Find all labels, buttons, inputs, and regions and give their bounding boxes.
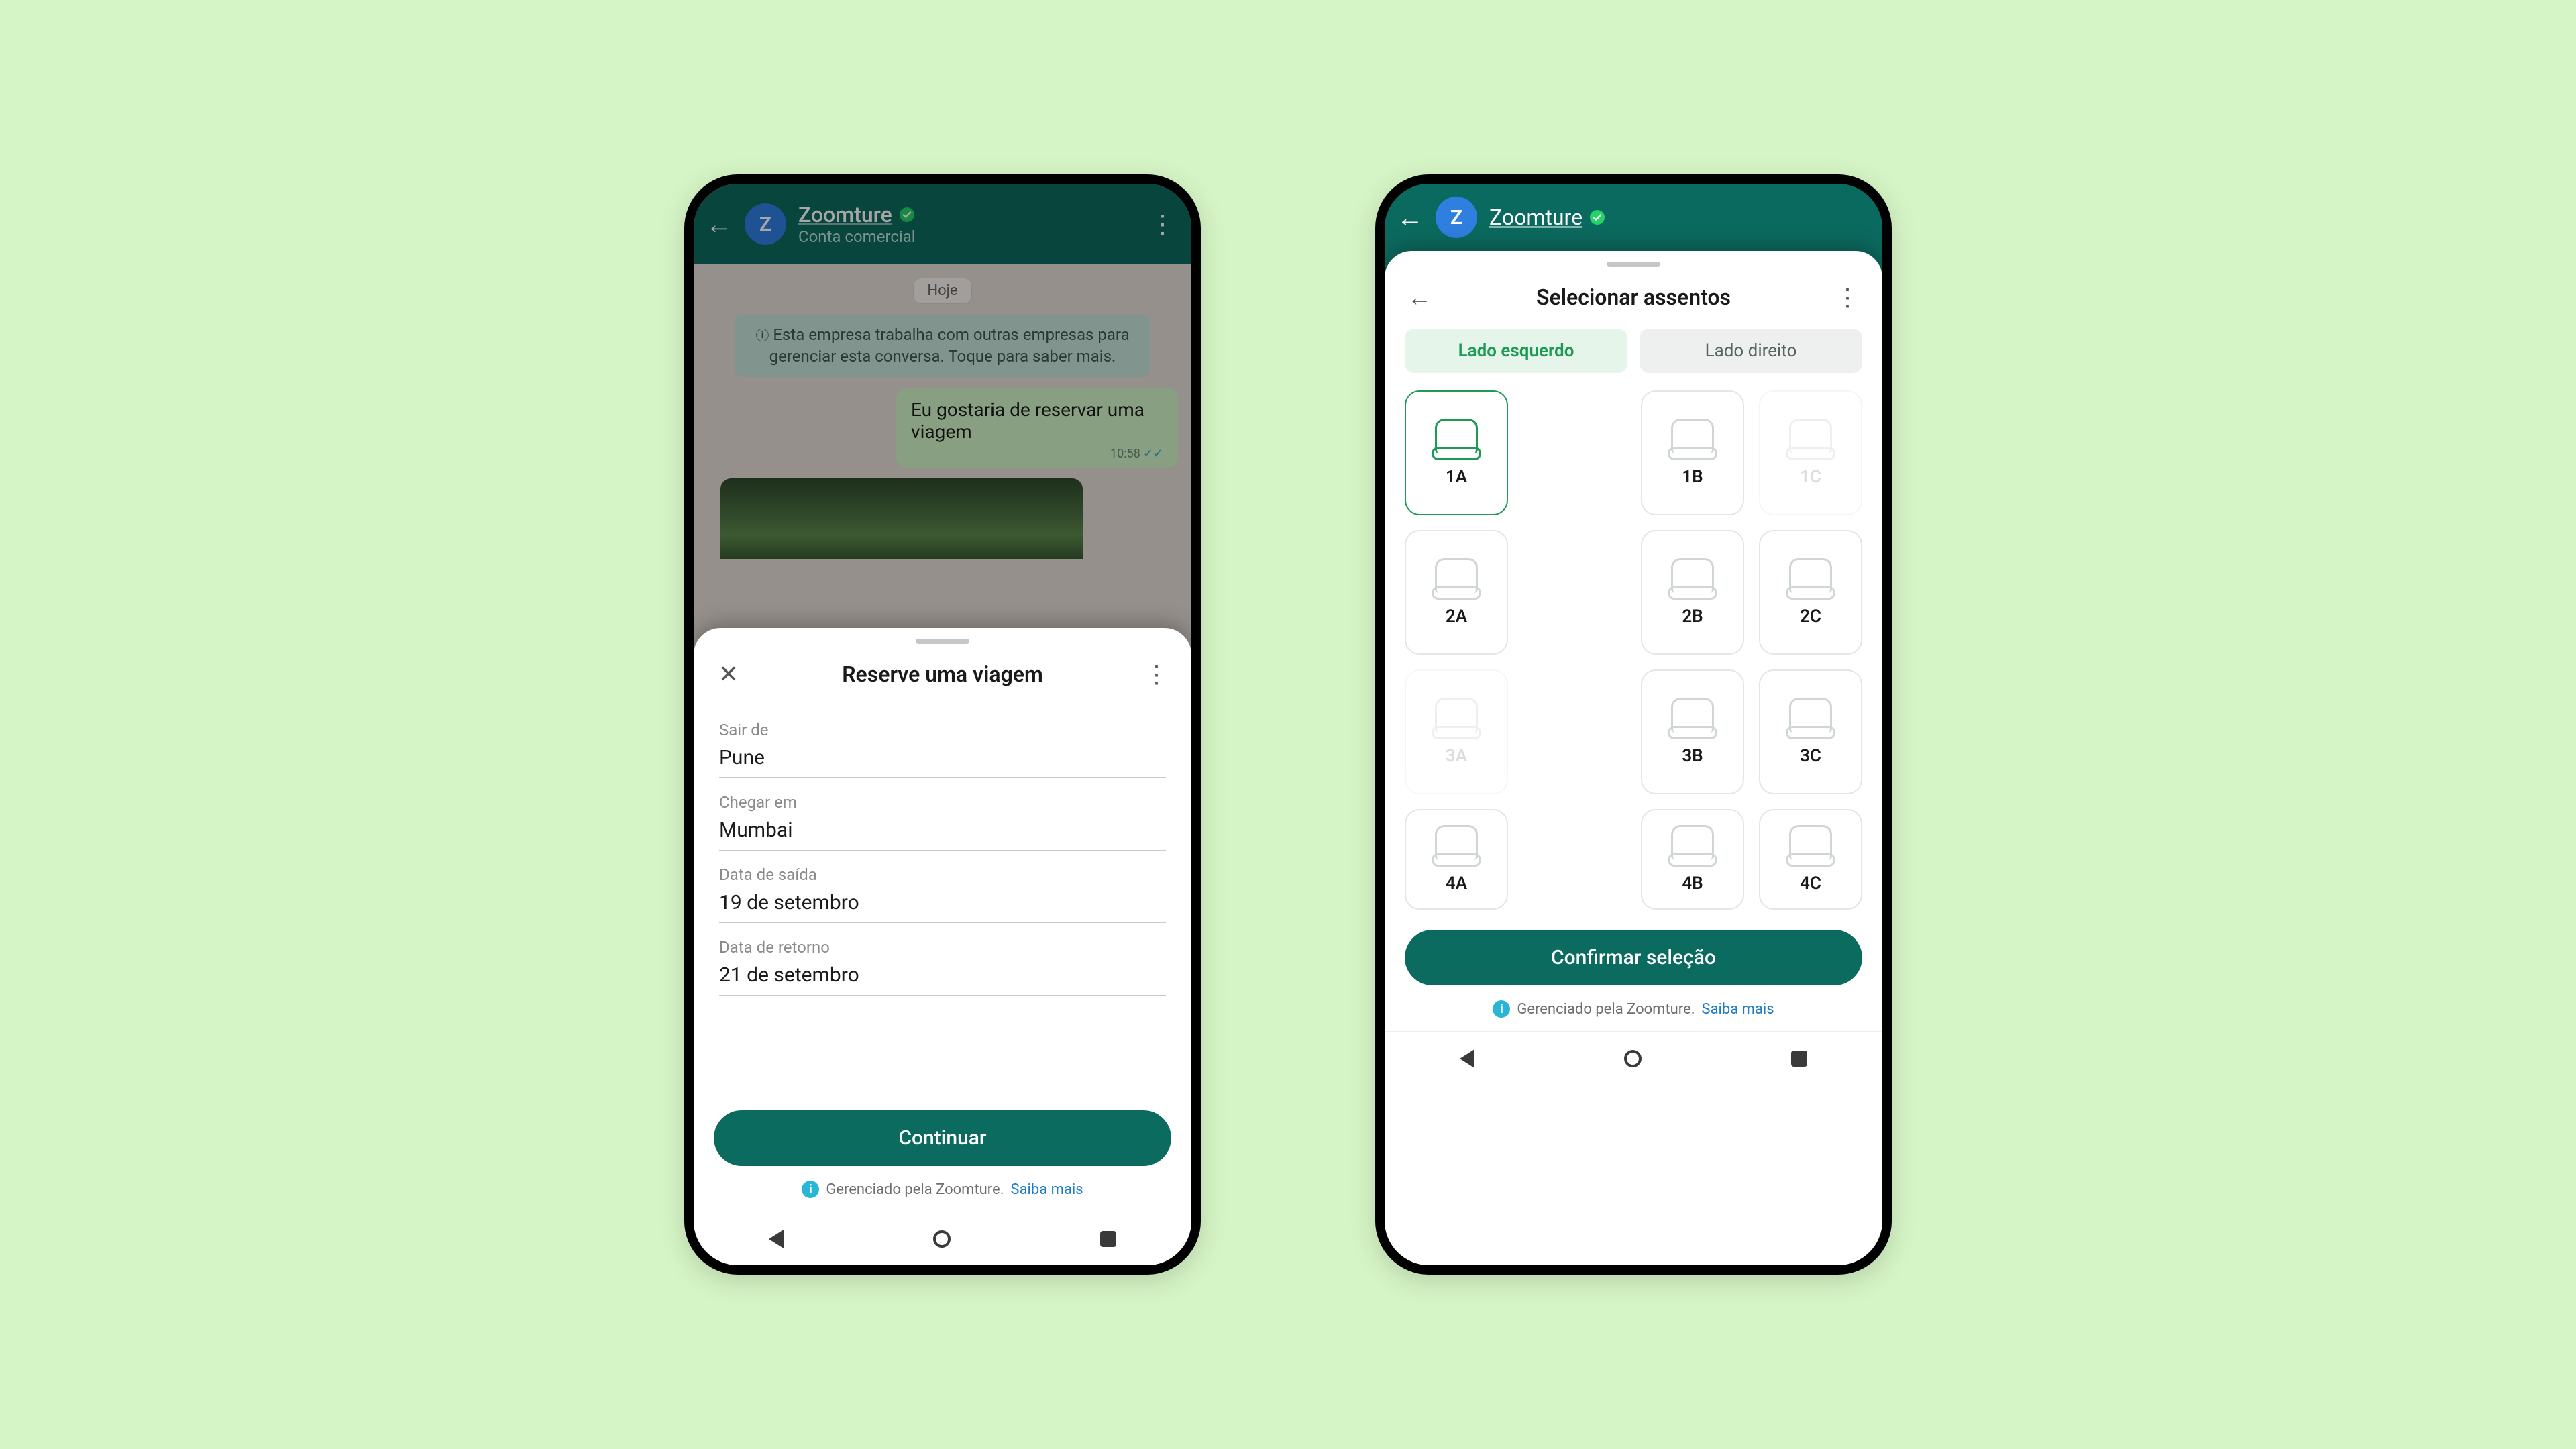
seat-icon: [1789, 698, 1832, 733]
phone-screen: ← Z Zoomture ← Selecionar assentos ⋮ Lad…: [1385, 184, 1882, 1265]
continue-button[interactable]: Continuar: [714, 1110, 1171, 1166]
nav-back-icon[interactable]: [769, 1230, 784, 1248]
arrive-field[interactable]: Mumbai: [719, 812, 1166, 851]
sheet-title: Selecionar assentos: [1536, 284, 1731, 310]
tab-right-side[interactable]: Lado direito: [1640, 329, 1862, 373]
confirm-selection-button[interactable]: Confirmar seleção: [1405, 930, 1862, 985]
phone-mockup-left: ← Z Zoomture Conta comercial ⋮ Hoje ⓘ Es…: [684, 174, 1201, 1275]
android-navbar: [694, 1212, 1191, 1265]
phone-mockup-right: ← Z Zoomture ← Selecionar assentos ⋮ Lad…: [1375, 174, 1892, 1275]
more-options-icon[interactable]: ⋮: [1833, 283, 1862, 311]
seat-icon: [1671, 419, 1714, 453]
seat-1A[interactable]: 1A: [1405, 390, 1508, 515]
depart-label: Sair de: [719, 720, 1166, 739]
seat-icon: [1789, 419, 1832, 453]
seat-icon: [1435, 558, 1478, 593]
aisle-gap: [1523, 390, 1626, 515]
nav-back-icon[interactable]: [1460, 1049, 1474, 1068]
seat-label: 2A: [1446, 606, 1467, 627]
seat-label: 3B: [1682, 746, 1703, 766]
phone-screen: ← Z Zoomture Conta comercial ⋮ Hoje ⓘ Es…: [694, 184, 1191, 1265]
info-icon: i: [802, 1181, 819, 1198]
seat-4A[interactable]: 4A: [1405, 809, 1508, 910]
seat-label: 1A: [1446, 467, 1467, 487]
sheet-header: ← Selecionar assentos ⋮: [1385, 267, 1882, 322]
seat-icon: [1671, 698, 1714, 733]
aisle-gap: [1523, 669, 1626, 794]
sheet-title: Reserve uma viagem: [842, 661, 1043, 687]
date-out-field[interactable]: 19 de setembro: [719, 884, 1166, 923]
seat-3B[interactable]: 3B: [1641, 669, 1744, 794]
tab-left-side[interactable]: Lado esquerdo: [1405, 329, 1627, 373]
seat-3C[interactable]: 3C: [1759, 669, 1862, 794]
seat-icon: [1671, 825, 1714, 860]
booking-bottom-sheet: ✕ Reserve uma viagem ⋮ Sair de Pune Cheg…: [694, 628, 1191, 1265]
seat-icon: [1435, 698, 1478, 733]
seat-1C: 1C: [1759, 390, 1862, 515]
close-icon[interactable]: ✕: [714, 660, 743, 688]
date-out-label: Data de saída: [719, 865, 1166, 884]
back-icon[interactable]: ←: [1405, 283, 1434, 311]
seat-label: 4C: [1800, 873, 1821, 894]
verified-badge-icon: [1589, 209, 1605, 225]
seat-1B[interactable]: 1B: [1641, 390, 1744, 515]
seat-label: 2B: [1682, 606, 1703, 627]
chat-header: ← Z Zoomture: [1385, 184, 1882, 251]
seat-4C[interactable]: 4C: [1759, 809, 1862, 910]
managed-by-footer: i Gerenciado pela Zoomture. Saiba mais: [1385, 985, 1882, 1031]
business-name-text: Zoomture: [1489, 205, 1582, 230]
managed-link[interactable]: Saiba mais: [1011, 1181, 1083, 1198]
seat-label: 3A: [1446, 746, 1467, 766]
sheet-header: ✕ Reserve uma viagem ⋮: [694, 644, 1191, 699]
seat-icon: [1435, 419, 1478, 453]
drag-handle-icon[interactable]: [1607, 262, 1660, 267]
seat-icon: [1435, 825, 1478, 860]
seat-2A[interactable]: 2A: [1405, 530, 1508, 655]
arrive-label: Chegar em: [719, 793, 1166, 812]
drag-handle-icon[interactable]: [916, 639, 969, 644]
seat-label: 3C: [1800, 746, 1821, 766]
seat-icon: [1671, 558, 1714, 593]
seat-3A: 3A: [1405, 669, 1508, 794]
managed-text: Gerenciado pela Zoomture.: [1517, 1001, 1695, 1018]
seat-label: 1C: [1800, 467, 1821, 487]
seat-label: 4A: [1446, 873, 1467, 894]
date-return-field[interactable]: 21 de setembro: [719, 957, 1166, 996]
business-name: Zoomture: [1489, 205, 1605, 230]
seat-4B[interactable]: 4B: [1641, 809, 1744, 910]
seat-icon: [1789, 558, 1832, 593]
date-return-label: Data de retorno: [719, 938, 1166, 957]
info-icon: i: [1493, 1000, 1510, 1018]
nav-recents-icon[interactable]: [1100, 1231, 1116, 1247]
aisle-gap: [1523, 530, 1626, 655]
seat-selection-sheet: ← Selecionar assentos ⋮ Lado esquerdo La…: [1385, 251, 1882, 1265]
nav-recents-icon[interactable]: [1791, 1051, 1807, 1067]
managed-link[interactable]: Saiba mais: [1702, 1001, 1774, 1018]
business-avatar[interactable]: Z: [1436, 197, 1477, 238]
nav-home-icon[interactable]: [933, 1230, 951, 1248]
side-tabs: Lado esquerdo Lado direito: [1385, 329, 1882, 373]
depart-field[interactable]: Pune: [719, 739, 1166, 778]
seat-2C[interactable]: 2C: [1759, 530, 1862, 655]
managed-by-footer: i Gerenciado pela Zoomture. Saiba mais: [694, 1166, 1191, 1212]
nav-home-icon[interactable]: [1624, 1050, 1642, 1067]
managed-text: Gerenciado pela Zoomture.: [826, 1181, 1004, 1198]
back-arrow-icon[interactable]: ←: [1397, 202, 1424, 233]
sheet-content: Sair de Pune Chegar em Mumbai Data de sa…: [694, 699, 1191, 1090]
more-options-icon[interactable]: ⋮: [1142, 660, 1171, 688]
seat-grid: 1A 1B 1C 2A 2B 2C 3A 3B 3C 4A 4B 4C: [1385, 373, 1882, 910]
seat-label: 2C: [1800, 606, 1821, 627]
android-navbar: [1385, 1031, 1882, 1085]
seat-icon: [1789, 825, 1832, 860]
seat-label: 1B: [1682, 467, 1703, 487]
seat-label: 4B: [1682, 873, 1703, 894]
aisle-gap: [1523, 809, 1626, 910]
seat-2B[interactable]: 2B: [1641, 530, 1744, 655]
